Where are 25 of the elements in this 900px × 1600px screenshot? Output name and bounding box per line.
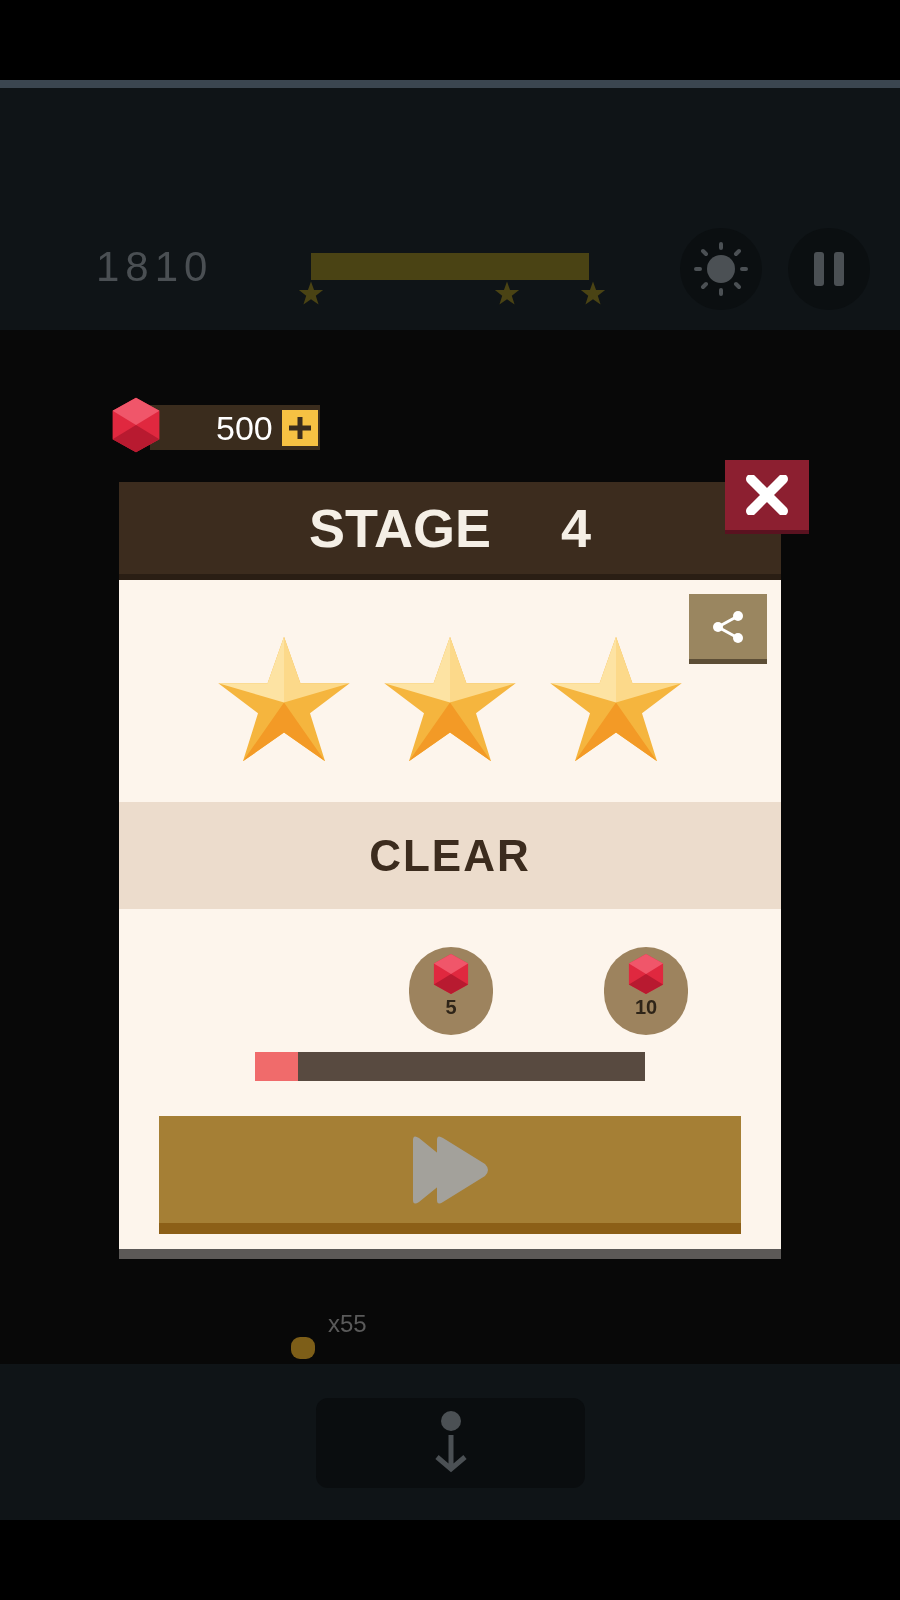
result-text: CLEAR [369,829,531,882]
close-button[interactable] [725,460,809,534]
stage-title: STAGE [308,501,491,555]
sun-icon [693,241,749,297]
coin-icon [291,1337,315,1359]
anchor-button[interactable] [316,1398,585,1488]
share-button[interactable] [689,594,767,664]
gem-icon [110,395,162,455]
star-icon [580,281,606,305]
share-icon [710,608,746,645]
next-button[interactable] [159,1116,741,1234]
gem-icon [432,953,470,995]
stage-number: 4 [561,501,592,555]
reward-amount: 10 [634,995,658,1019]
score-text: 1810 [96,246,214,288]
add-gems-button[interactable] [282,410,318,446]
reward-amount: 5 [445,995,457,1019]
star-icon [494,281,520,305]
close-icon [745,475,789,515]
pause-icon [814,252,844,286]
plus-icon [287,415,313,441]
gem-count: 500 [216,408,273,448]
gem-icon [627,953,665,995]
star-icon [298,281,324,305]
count-text: x55 [328,1312,367,1336]
